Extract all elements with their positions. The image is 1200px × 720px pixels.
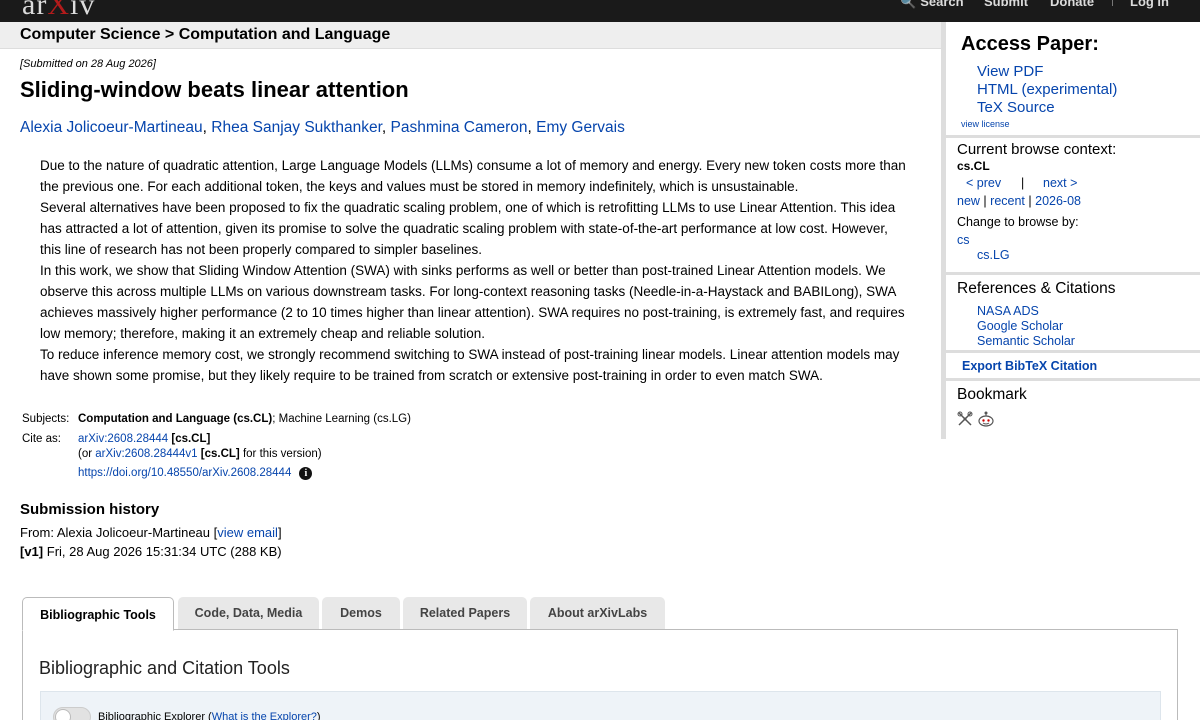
toggle-knob [55, 709, 71, 720]
submit-link[interactable]: Submit [984, 0, 1028, 9]
author-link[interactable]: Pashmina Cameron [391, 119, 528, 136]
sidebar: Access Paper: View PDF HTML (experimenta… [941, 22, 1200, 439]
search-icon: 🔍 [900, 0, 917, 9]
subjects-label: Subjects: [22, 413, 70, 425]
google-scholar-link[interactable]: Google Scholar [977, 319, 1063, 333]
search-link[interactable]: 🔍 Search [900, 0, 964, 10]
top-navigation-bar: arXiv 🔍 Search Submit Donate Log in [0, 0, 1200, 22]
abstract-paragraph: Several alternatives have been proposed … [40, 200, 896, 257]
change-browse-label: Change to browse by: [957, 215, 1079, 229]
browse-context-category: cs.CL [957, 159, 990, 173]
bookmark-heading: Bookmark [957, 386, 1027, 403]
view-license-link[interactable]: view license [961, 119, 1010, 129]
submission-from: From: Alexia Jolicoeur-Martineau [view e… [20, 525, 282, 540]
arxiv-version-link[interactable]: arXiv:2608.28444v1 [95, 448, 197, 460]
subjects-value: Computation and Language (cs.CL); Machin… [78, 413, 411, 425]
breadcrumb: Computer Science > Computation and Langu… [20, 26, 391, 43]
donate-link[interactable]: Donate [1050, 0, 1094, 9]
browse-cs-link[interactable]: cs [957, 233, 970, 247]
browse-context-heading: Current browse context: [957, 141, 1117, 158]
recent-link[interactable]: recent [990, 194, 1025, 208]
breadcrumb-bar: Computer Science > Computation and Langu… [0, 22, 942, 49]
tab-about-arxivlabs[interactable]: About arXivLabs [530, 597, 665, 629]
what-is-explorer-link[interactable]: What is the Explorer? [212, 711, 317, 720]
nasa-ads-link[interactable]: NASA ADS [977, 304, 1039, 318]
references-box: References & Citations NASA ADS Google S… [946, 275, 1200, 350]
prev-link[interactable]: < prev [966, 176, 1001, 190]
export-box: Export BibTeX Citation [946, 353, 1200, 378]
version-v1: [v1] Fri, 28 Aug 2026 15:31:34 UTC (288 … [20, 544, 282, 559]
browse-context-box: Current browse context: cs.CL < prev | n… [946, 138, 1200, 272]
explorer-toggle[interactable] [53, 707, 91, 720]
references-heading: References & Citations [957, 280, 1116, 297]
cite-row: Cite as: arXiv:2608.28444 [cs.CL] (or ar… [20, 430, 413, 484]
doi-link[interactable]: https://doi.org/10.48550/arXiv.2608.2844… [78, 467, 291, 479]
author-list: Alexia Jolicoeur-Martineau, Rhea Sanjay … [20, 119, 625, 136]
bookmark-box: Bookmark [946, 381, 1200, 439]
cite-value: arXiv:2608.28444 [cs.CL] (or arXiv:2608.… [78, 433, 322, 480]
submission-date: [Submitted on 28 Aug 2026] [20, 58, 156, 70]
author-link[interactable]: Alexia Jolicoeur-Martineau [20, 119, 203, 136]
view-pdf-link[interactable]: View PDF [977, 63, 1043, 80]
arxiv-logo[interactable]: arXiv [22, 0, 95, 22]
next-link[interactable]: next > [1043, 176, 1077, 190]
reddit-icon[interactable] [978, 411, 994, 427]
nav-separator: | [1021, 176, 1025, 190]
html-experimental-link[interactable]: HTML (experimental) [977, 81, 1117, 98]
browse-listing-links: new | recent | 2026-08 [957, 194, 1081, 208]
info-icon[interactable]: i [299, 467, 313, 480]
paper-title: Sliding-window beats linear attention [20, 77, 409, 102]
login-link[interactable]: Log in [1130, 0, 1169, 9]
explorer-label: Bibliographic Explorer (What is the Expl… [98, 711, 321, 720]
subjects-row: Subjects: Computation and Language (cs.C… [20, 410, 413, 430]
tex-source-link[interactable]: TeX Source [977, 99, 1055, 116]
abstract: Due to the nature of quadratic attention… [40, 155, 910, 386]
bibsonomy-icon[interactable] [957, 411, 973, 426]
tab-code-data-media[interactable]: Code, Data, Media [178, 597, 319, 629]
tab-panel: Bibliographic and Citation Tools Bibliog… [22, 629, 1178, 720]
semantic-scholar-link[interactable]: Semantic Scholar [977, 334, 1075, 348]
cite-label: Cite as: [22, 433, 61, 445]
author-link[interactable]: Emy Gervais [536, 119, 625, 136]
nav-divider [1112, 0, 1113, 6]
browse-cslg-link[interactable]: cs.LG [977, 248, 1010, 262]
access-paper-heading: Access Paper: [961, 33, 1099, 55]
author-link[interactable]: Rhea Sanjay Sukthanker [211, 119, 382, 136]
panel-heading: Bibliographic and Citation Tools [39, 658, 290, 678]
explorer-row: Bibliographic Explorer (What is the Expl… [40, 691, 1161, 720]
tab-related-papers[interactable]: Related Papers [403, 597, 527, 629]
bookmark-icon-svg [957, 411, 994, 427]
abstract-paragraph: In this work, we show that Sliding Windo… [40, 263, 905, 341]
export-bibtex-link[interactable]: Export BibTeX Citation [962, 359, 1097, 373]
submission-history-heading: Submission history [20, 501, 160, 518]
arxiv-id-link[interactable]: arXiv:2608.28444 [78, 433, 168, 445]
tab-bibliographic-tools[interactable]: Bibliographic Tools [22, 597, 174, 631]
abstract-paragraph: Due to the nature of quadratic attention… [40, 158, 906, 194]
access-paper-box: Access Paper: View PDF HTML (experimenta… [946, 22, 1200, 135]
tab-demos[interactable]: Demos [322, 597, 400, 629]
new-link[interactable]: new [957, 194, 980, 208]
abstract-paragraph: To reduce inference memory cost, we stro… [40, 347, 900, 383]
metadata-table: Subjects: Computation and Language (cs.C… [20, 410, 413, 484]
month-link[interactable]: 2026-08 [1035, 194, 1081, 208]
view-email-link[interactable]: view email [217, 525, 278, 540]
bookmark-icons [957, 410, 997, 433]
